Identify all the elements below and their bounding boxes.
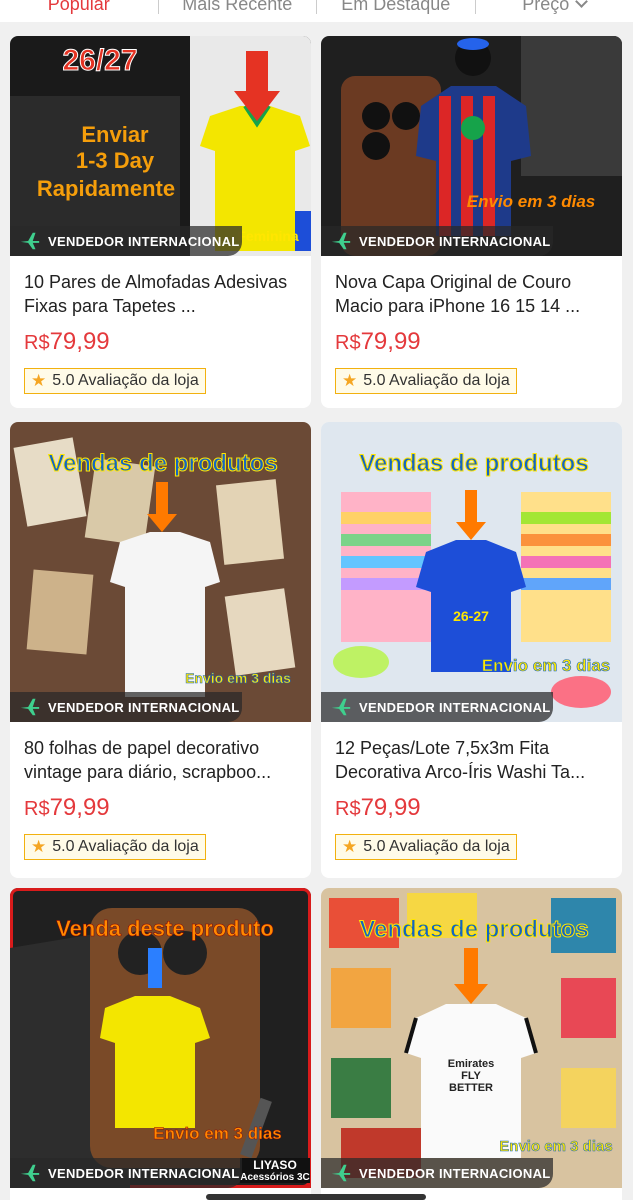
overlay-year-text: 26-27 bbox=[453, 608, 489, 624]
product-title[interactable]: 12 Peças/Lote 7,5x3m Fita Decorativa Arc… bbox=[335, 736, 608, 784]
star-icon: ★ bbox=[342, 371, 358, 390]
product-listing-page: Popular Mais Recente Em Destaque Preço 2… bbox=[0, 0, 633, 1200]
international-seller-badge: VENDEDOR INTERNACIONAL bbox=[321, 692, 553, 722]
product-info: 10 Pares de Almofadas Adesivas Fixas par… bbox=[10, 256, 311, 394]
overlay-sales-text: Vendas de produtos bbox=[359, 450, 589, 478]
shirt-sponsor-text: Emirates FLY BETTER bbox=[447, 1058, 495, 1094]
store-rating-badge: ★ 5.0 Avaliação da loja bbox=[24, 834, 206, 860]
overlay-shipping-text: Envio em 3 dias bbox=[185, 670, 291, 687]
overlay-shipping-text: Envio em 3 dias bbox=[499, 1138, 613, 1156]
product-info: Nova Capa Original de Couro Macio para i… bbox=[321, 256, 622, 394]
sort-tabs: Popular Mais Recente Em Destaque Preço bbox=[0, 0, 633, 22]
overlay-sales-text: Vendas de produtos bbox=[48, 450, 278, 478]
star-icon: ★ bbox=[342, 837, 358, 856]
tab-em-destaque[interactable]: Em Destaque bbox=[317, 0, 475, 15]
brand-subtitle-text: Acessórios 3C bbox=[240, 1172, 310, 1183]
airplane-icon bbox=[329, 1161, 353, 1185]
airplane-icon bbox=[18, 1161, 42, 1185]
product-card[interactable]: Vendas de produtos 26-27 Envio em 3 dias… bbox=[321, 422, 622, 878]
product-card[interactable]: Venda deste produto Envio em 3 dias LIYA… bbox=[10, 888, 311, 1200]
store-rating-badge: ★ 5.0 Avaliação da loja bbox=[335, 834, 517, 860]
overlay-product-text: Venda deste produto bbox=[56, 916, 274, 942]
star-icon: ★ bbox=[31, 837, 47, 856]
product-card[interactable]: Vendas de produtos Envio em 3 dias VENDE… bbox=[10, 422, 311, 878]
overlay-send-text: Enviar bbox=[81, 122, 149, 147]
brand-logo-text: LIYASO bbox=[240, 1158, 310, 1172]
product-title[interactable]: Nova Capa Original de Couro Macio para i… bbox=[335, 270, 608, 318]
product-title[interactable]: 10 Pares de Almofadas Adesivas Fixas par… bbox=[24, 270, 297, 318]
product-image[interactable]: Envio em 3 dias VENDEDOR INTERNACIONAL bbox=[321, 36, 622, 256]
product-image[interactable]: Vendas de produtos 26-27 Envio em 3 dias… bbox=[321, 422, 622, 722]
international-seller-badge: VENDEDOR INTERNACIONAL bbox=[10, 1158, 242, 1188]
product-card[interactable]: 26/27 Enviar 1-3 Day Rapidamente Feminin… bbox=[10, 36, 311, 408]
airplane-icon bbox=[18, 695, 42, 719]
overlay-year-text: 26/27 bbox=[62, 44, 138, 78]
overlay-quickly-text: Rapidamente bbox=[36, 176, 176, 201]
product-price: R$79,99 bbox=[335, 328, 421, 355]
international-seller-badge: VENDEDOR INTERNACIONAL bbox=[321, 1158, 553, 1188]
airplane-icon bbox=[329, 695, 353, 719]
international-seller-badge: VENDEDOR INTERNACIONAL bbox=[10, 226, 242, 256]
overlay-sales-text: Vendas de produtos bbox=[359, 916, 589, 944]
product-price: R$79,99 bbox=[24, 794, 110, 821]
product-image[interactable]: Venda deste produto Envio em 3 dias LIYA… bbox=[10, 888, 311, 1188]
store-rating-badge: ★ 5.0 Avaliação da loja bbox=[24, 368, 206, 394]
product-title[interactable]: 80 folhas de papel decorativo vintage pa… bbox=[24, 736, 297, 784]
product-card[interactable]: Envio em 3 dias VENDEDOR INTERNACIONAL N… bbox=[321, 36, 622, 408]
product-price: R$79,99 bbox=[24, 328, 110, 355]
international-seller-badge: VENDEDOR INTERNACIONAL bbox=[10, 692, 242, 722]
overlay-shipping-text: Envio em 3 dias bbox=[466, 192, 596, 211]
store-rating-badge: ★ 5.0 Avaliação da loja bbox=[335, 368, 517, 394]
product-info: 80 folhas de papel decorativo vintage pa… bbox=[10, 722, 311, 860]
product-price: R$79,99 bbox=[335, 794, 421, 821]
overlay-shipping-text: Envio em 3 dias bbox=[481, 656, 611, 676]
tab-preco[interactable]: Preço bbox=[476, 0, 633, 15]
tab-mais-recente[interactable]: Mais Recente bbox=[159, 0, 317, 15]
product-card[interactable]: Vendas de produtos Emirates FLY BETTER E… bbox=[321, 888, 622, 1200]
chevron-down-icon bbox=[575, 0, 589, 8]
product-image[interactable]: 26/27 Enviar 1-3 Day Rapidamente Feminin… bbox=[10, 36, 311, 256]
home-indicator-bar bbox=[206, 1194, 426, 1200]
tab-popular[interactable]: Popular bbox=[0, 0, 158, 15]
product-info: 12 Peças/Lote 7,5x3m Fita Decorativa Arc… bbox=[321, 722, 622, 860]
airplane-icon bbox=[18, 229, 42, 253]
star-icon: ★ bbox=[31, 371, 47, 390]
airplane-icon bbox=[329, 229, 353, 253]
overlay-days-text: 1-3 Day bbox=[75, 148, 155, 173]
overlay-shipping-text: Envio em 3 dias bbox=[153, 1124, 282, 1143]
product-image[interactable]: Vendas de produtos Envio em 3 dias VENDE… bbox=[10, 422, 311, 722]
product-image[interactable]: Vendas de produtos Emirates FLY BETTER E… bbox=[321, 888, 622, 1188]
international-seller-badge: VENDEDOR INTERNACIONAL bbox=[321, 226, 553, 256]
